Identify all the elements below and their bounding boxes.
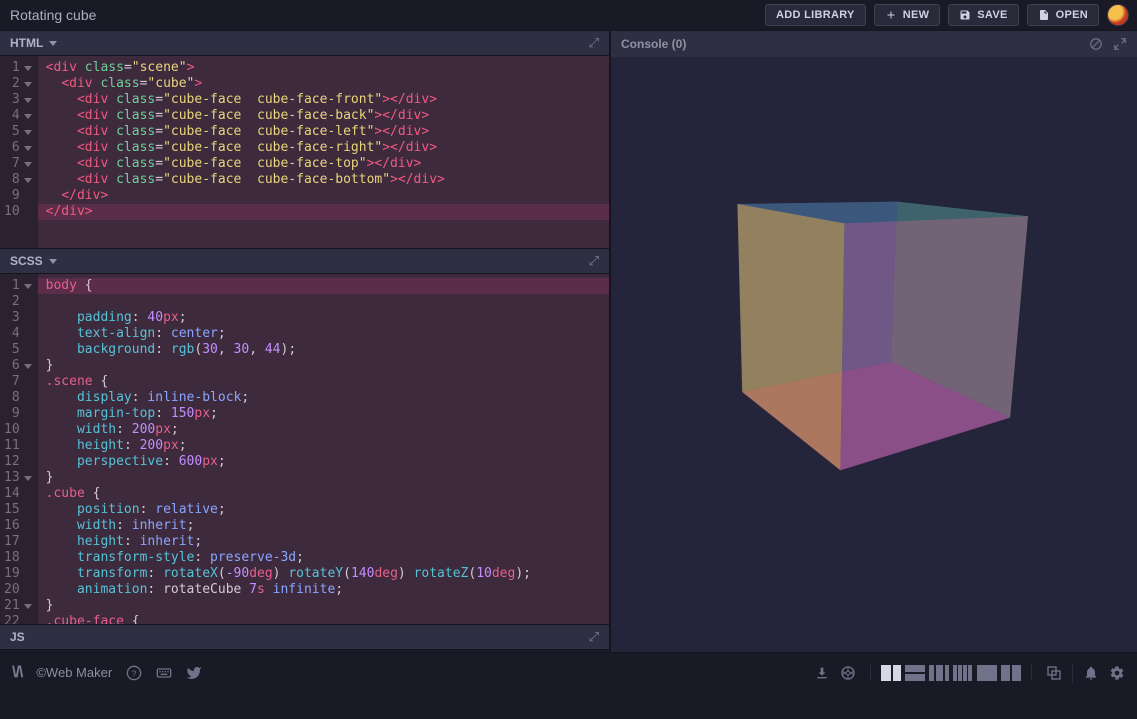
scss-gutter: 1234567891011121314151617181920212223 [0,274,38,624]
topbar: ADD LIBRARY NEW SAVE OPEN [0,0,1137,30]
scss-panel: SCSS ⤢ 123456789101112131415161718192021… [0,248,609,624]
keyboard-icon[interactable] [156,665,172,681]
js-mode-dropdown[interactable]: JS [10,630,25,644]
html-gutter: 12345678910 [0,56,38,248]
logo[interactable]: \/\ [12,664,22,682]
expand-icon[interactable]: ⤢ [589,629,599,645]
chevron-down-icon [49,259,57,264]
save-button[interactable]: SAVE [948,4,1018,26]
expand-icon[interactable]: ⤢ [589,253,599,269]
cube-face-left [737,204,844,470]
brand-label: ©Web Maker [36,665,112,680]
open-icon [1038,9,1050,21]
separator [1072,663,1073,683]
bottombar-right [814,663,1125,683]
project-title-input[interactable] [8,6,268,24]
add-library-button[interactable]: ADD LIBRARY [765,4,866,26]
js-panel-header: JS ⤢ [0,624,609,650]
scss-code[interactable]: body { padding: 40px; text-align: center… [38,274,609,624]
layout-5-button[interactable] [977,665,997,681]
cube [783,208,955,426]
scss-editor[interactable]: 1234567891011121314151617181920212223 bo… [0,274,609,624]
scss-panel-header: SCSS ⤢ [0,248,609,274]
main-area: HTML ⤢ 12345678910 <div class="scene"> <… [0,30,1137,652]
html-mode-dropdown[interactable]: HTML [10,36,57,50]
preview-pane: Console (0) [611,30,1137,652]
settings-icon[interactable] [1109,665,1125,681]
twitter-icon[interactable] [186,665,202,681]
js-panel: JS ⤢ [0,624,609,652]
chevron-down-icon [49,41,57,46]
expand-icon[interactable]: ⤢ [589,35,599,51]
cube-face-front [840,216,1028,470]
help-icon[interactable]: ? [126,665,142,681]
cube-scene [774,211,974,411]
preview-content [611,30,1137,652]
svg-text:?: ? [132,668,137,678]
add-library-label: ADD LIBRARY [776,9,855,21]
bottombar: \/\ ©Web Maker ? [0,652,1137,692]
html-panel-label: HTML [10,36,43,50]
open-button[interactable]: OPEN [1027,4,1099,26]
new-button[interactable]: NEW [874,4,941,26]
html-panel-header: HTML ⤢ [0,30,609,56]
save-icon [959,9,971,21]
layout-3-button[interactable] [929,665,949,681]
layout-2-button[interactable] [905,665,925,681]
layout-6-button[interactable] [1001,665,1021,681]
codepen-icon[interactable] [840,665,856,681]
avatar[interactable] [1107,4,1129,26]
new-label: NEW [903,9,930,21]
layout-1-button[interactable] [881,665,901,681]
css-mode-dropdown[interactable]: SCSS [10,254,57,268]
open-label: OPEN [1056,9,1088,21]
editors-column: HTML ⤢ 12345678910 <div class="scene"> <… [0,30,611,652]
html-code[interactable]: <div class="scene"> <div class="cube"> <… [38,56,609,248]
plus-icon [885,9,897,21]
bottombar-left: \/\ ©Web Maker ? [12,664,202,682]
js-panel-label: JS [10,630,25,644]
layout-4-button[interactable] [953,665,973,681]
scss-panel-label: SCSS [10,254,43,268]
layout-switcher [870,665,1032,681]
topbar-actions: ADD LIBRARY NEW SAVE OPEN [765,4,1129,26]
detach-preview-icon[interactable] [1046,665,1062,681]
html-panel: HTML ⤢ 12345678910 <div class="scene"> <… [0,30,609,248]
save-label: SAVE [977,9,1007,21]
download-icon[interactable] [814,665,830,681]
notifications-icon[interactable] [1083,665,1099,681]
html-editor[interactable]: 12345678910 <div class="scene"> <div cla… [0,56,609,248]
